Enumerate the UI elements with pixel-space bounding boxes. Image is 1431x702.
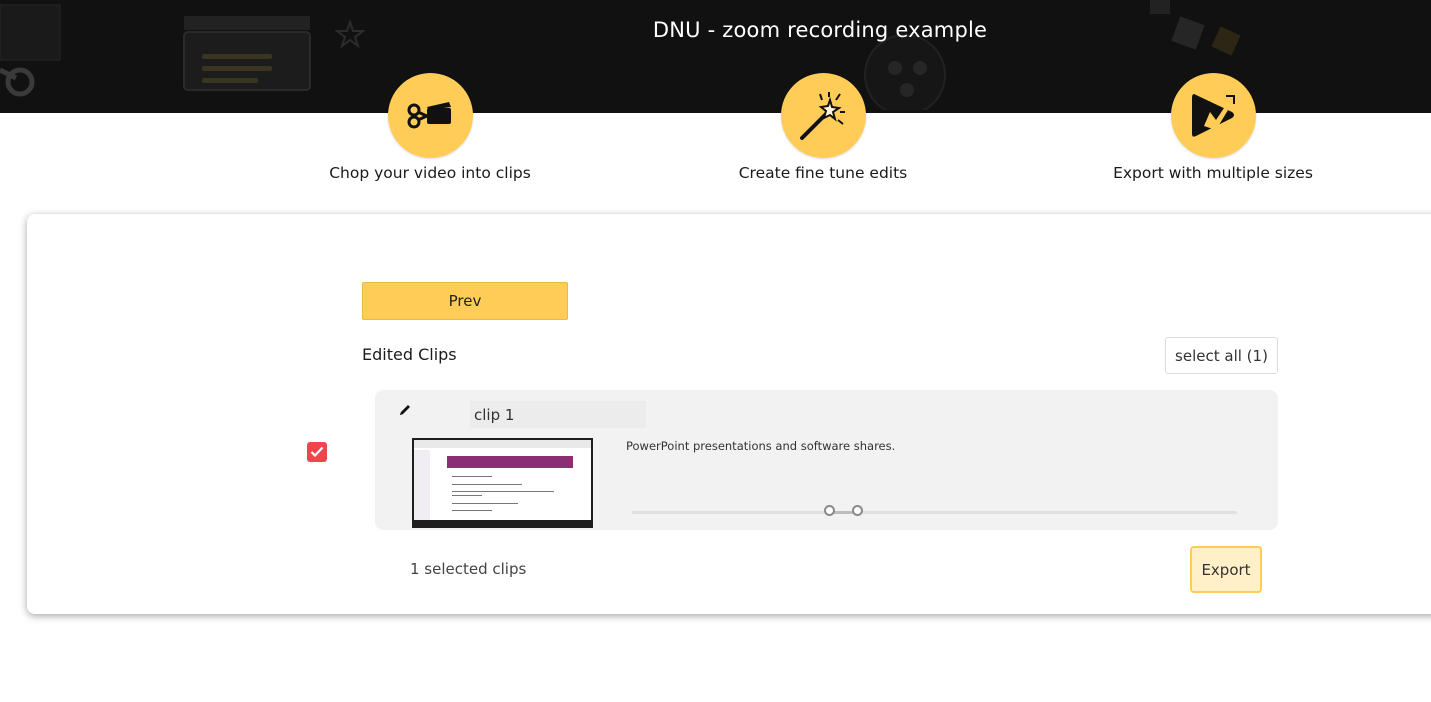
range-start-handle[interactable] xyxy=(823,505,835,516)
select-all-button[interactable]: select all (1) xyxy=(1165,337,1278,374)
thumbnail-text-line xyxy=(452,495,482,496)
prev-button[interactable]: Prev xyxy=(362,282,568,320)
step-export: Export with multiple sizes xyxy=(1083,73,1343,182)
thumbnail-slide-panel xyxy=(414,450,430,520)
play-export-icon xyxy=(1191,94,1235,137)
thumbnail-text-line xyxy=(452,503,518,504)
step-chop: Chop your video into clips xyxy=(300,73,560,182)
step-edit-label: Create fine tune edits xyxy=(738,164,908,182)
export-button[interactable]: Export xyxy=(1190,546,1262,593)
thumbnail-text-line xyxy=(452,476,492,477)
edited-clips-card: Prev Edited Clips select all (1) clip 1 … xyxy=(27,214,1431,614)
thumbnail-slide-title xyxy=(447,456,573,468)
thumbnail-text-line xyxy=(452,510,492,511)
scissors-film-icon xyxy=(407,102,451,129)
scissors-decoration-icon xyxy=(0,4,61,97)
thumbnail-text-line xyxy=(452,491,554,492)
step-edit: Create fine tune edits xyxy=(693,73,953,182)
range-end-handle[interactable] xyxy=(852,505,864,516)
thumbnail-toolbar xyxy=(414,440,591,448)
pencil-icon[interactable] xyxy=(398,403,412,417)
step-chop-label: Chop your video into clips xyxy=(329,164,531,182)
selected-clips-count: 1 selected clips xyxy=(410,560,527,578)
thumbnail-text-line xyxy=(452,484,522,485)
clip-name-input[interactable] xyxy=(470,401,646,428)
section-title: Edited Clips xyxy=(362,345,457,364)
page-title: DNU - zoom recording example xyxy=(652,18,988,42)
clip-range-slider[interactable] xyxy=(632,505,1237,516)
thumbnail-screen xyxy=(414,440,591,520)
clip-description: PowerPoint presentations and software sh… xyxy=(626,439,896,453)
step-export-circle xyxy=(1170,73,1256,158)
step-chop-circle xyxy=(387,73,473,158)
checkmark-icon xyxy=(310,446,324,458)
magic-wand-icon xyxy=(799,92,845,140)
clip-checkbox[interactable] xyxy=(307,442,327,462)
step-export-label: Export with multiple sizes xyxy=(1113,164,1313,182)
clip-item: PowerPoint presentations and software sh… xyxy=(375,390,1278,530)
step-edit-circle xyxy=(780,73,866,158)
clip-thumbnail[interactable] xyxy=(412,438,593,528)
